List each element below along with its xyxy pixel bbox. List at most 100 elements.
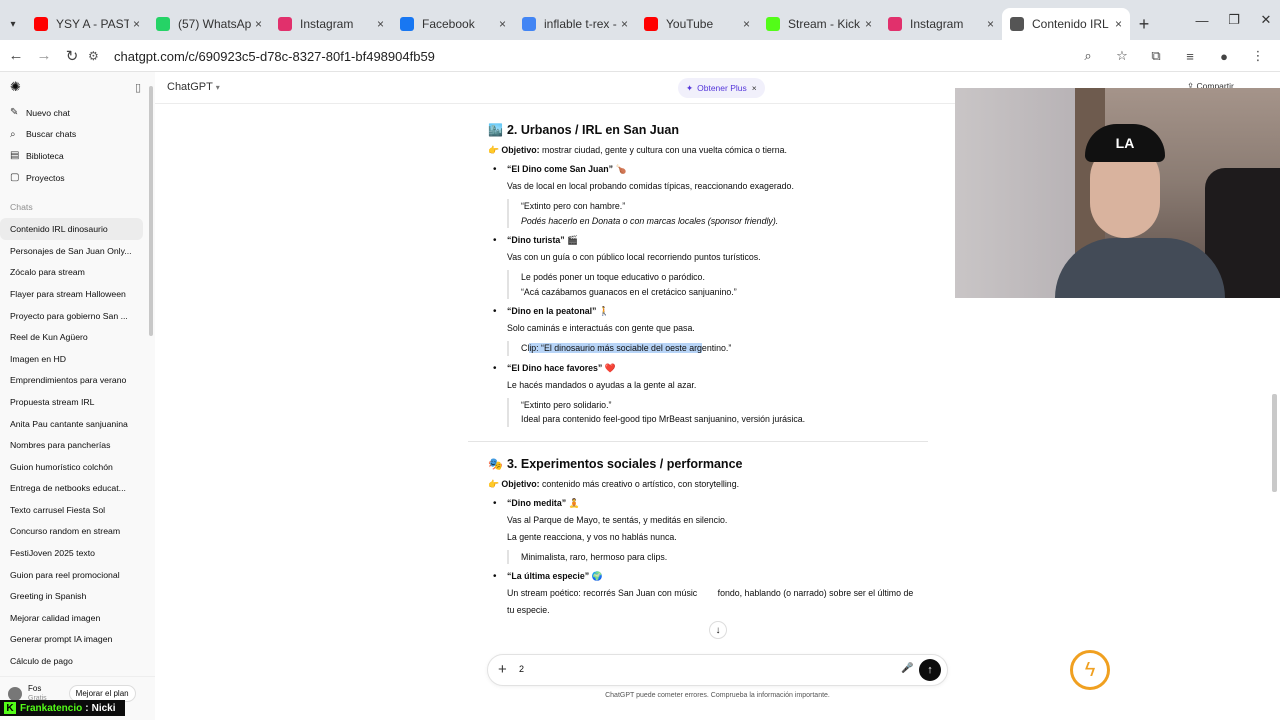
back-arrow-icon[interactable]: ← bbox=[4, 44, 28, 68]
forward-arrow-icon[interactable]: → bbox=[32, 44, 56, 68]
tab-search-chevron-icon[interactable]: ▾ bbox=[0, 8, 26, 40]
url-field[interactable]: ⚙ chatgpt.com/c/690923c5-d78c-8327-80f1-… bbox=[80, 44, 1170, 68]
chat-history-item[interactable]: Anita Pau cantante sanjuanina bbox=[0, 413, 143, 435]
address-bar: ← → ↻ ⚙ chatgpt.com/c/690923c5-d78c-8327… bbox=[0, 40, 1280, 72]
site-info-icon[interactable]: ⚙ bbox=[88, 49, 108, 63]
section-heading: 🏙️ 2. Urbanos / IRL en San Juan bbox=[488, 123, 679, 137]
chat-history-item[interactable]: FestiJoven 2025 texto bbox=[0, 542, 143, 564]
sidebar-item-0[interactable]: ✎ Nuevo chat bbox=[0, 102, 155, 124]
sidebar-item-1[interactable]: ⌕ Buscar chats bbox=[0, 124, 155, 146]
chat-history-item[interactable]: Entrega de netbooks educat... bbox=[0, 478, 143, 500]
bookmark-star-icon[interactable]: ☆ bbox=[1110, 44, 1134, 68]
list-item: “Dino turista” 🎬 Vas con un guía o con p… bbox=[488, 234, 948, 299]
list-item: “El Dino come San Juan” 🍗 Vas de local e… bbox=[488, 163, 948, 228]
chat-history-item[interactable]: Proyecto para gobierno San ... bbox=[0, 305, 143, 327]
media-controls-icon[interactable]: ≡ bbox=[1178, 44, 1202, 68]
message-composer[interactable]: + 2 🎤 ↑ bbox=[487, 654, 948, 686]
close-tab-icon[interactable]: × bbox=[743, 17, 750, 31]
pedestrian-emoji-icon: 🚶 bbox=[598, 306, 610, 316]
chat-history-item[interactable]: Propuesta stream IRL bbox=[0, 391, 143, 413]
sidebar-scrollbar[interactable] bbox=[149, 86, 153, 336]
selected-text[interactable]: Clip: “El dinosaurio más sociable del oe… bbox=[521, 341, 948, 356]
tab-5[interactable]: YouTube × bbox=[636, 8, 758, 40]
user-name: Fos bbox=[28, 684, 42, 693]
microphone-icon[interactable]: 🎤 bbox=[901, 663, 913, 674]
add-attachment-icon[interactable]: + bbox=[498, 661, 507, 678]
blockquote: Le podés poner un toque educativo o paró… bbox=[507, 270, 948, 299]
main-scrollbar[interactable] bbox=[1272, 394, 1277, 492]
sidebar-item-3[interactable]: ▢ Proyectos bbox=[0, 167, 155, 189]
sidebar-item-2[interactable]: ▤ Biblioteca bbox=[0, 145, 155, 167]
drumstick-emoji-icon: 🍗 bbox=[615, 164, 627, 174]
pointing-hand-icon: 👉 bbox=[488, 145, 499, 155]
tab-2[interactable]: Instagram × bbox=[270, 8, 392, 40]
close-plus-icon[interactable]: × bbox=[752, 83, 757, 93]
close-tab-icon[interactable]: × bbox=[987, 17, 994, 31]
assistant-message: 🏙️ 2. Urbanos / IRL en San Juan 👉 Objeti… bbox=[468, 122, 948, 617]
avatar bbox=[8, 686, 22, 701]
close-tab-icon[interactable]: × bbox=[255, 17, 262, 31]
close-tab-icon[interactable]: × bbox=[377, 17, 384, 31]
chats-section-label: Chats bbox=[10, 202, 33, 213]
close-tab-icon[interactable]: × bbox=[621, 17, 628, 31]
close-tab-icon[interactable]: × bbox=[499, 17, 506, 31]
tab-label: inflable t-rex - Buscar bbox=[544, 17, 617, 31]
tab-1[interactable]: (57) WhatsApp × bbox=[148, 8, 270, 40]
blockquote: Clip: “El dinosaurio más sociable del oe… bbox=[507, 341, 948, 356]
chat-history-item[interactable]: Guion humorístico colchón bbox=[0, 456, 143, 478]
chat-history-item[interactable]: Generar prompt IA imagen bbox=[0, 629, 143, 651]
chat-history-item[interactable]: Zócalo para stream bbox=[0, 262, 143, 284]
send-button[interactable]: ↑ bbox=[919, 659, 941, 681]
chat-history-item[interactable]: Emprendimientos para verano bbox=[0, 370, 143, 392]
sidebar-nav-icon: ▢ bbox=[10, 172, 20, 184]
close-tab-icon[interactable]: × bbox=[865, 17, 872, 31]
close-tab-icon[interactable]: × bbox=[133, 17, 140, 31]
model-selector[interactable]: ChatGPT ▾ bbox=[167, 81, 220, 93]
pointing-hand-icon: 👉 bbox=[488, 478, 499, 489]
chat-history-item[interactable]: Contenido IRL dinosaurio bbox=[0, 218, 143, 240]
kick-icon bbox=[766, 17, 780, 31]
chat-history-item[interactable]: Concurso random en stream bbox=[0, 521, 143, 543]
tab-4[interactable]: inflable t-rex - Buscar × bbox=[514, 8, 636, 40]
chat-history-item[interactable]: Texto carrusel Fiesta Sol bbox=[0, 499, 143, 521]
tab-label: (57) WhatsApp bbox=[178, 17, 251, 31]
disclaimer: ChatGPT puede cometer errores. Comprueba… bbox=[605, 692, 830, 699]
close-sidebar-icon[interactable]: ▯ bbox=[135, 81, 141, 94]
get-plus-button[interactable]: ✦ Obtener Plus × bbox=[678, 78, 765, 98]
chat-history-item[interactable]: Greeting in Spanish bbox=[0, 585, 143, 607]
prompt-input[interactable]: 2 bbox=[519, 664, 524, 674]
divider bbox=[468, 440, 928, 442]
tab-0[interactable]: YSY A - PASTEL C × bbox=[26, 8, 148, 40]
new-tab-button[interactable]: + bbox=[1130, 8, 1158, 40]
tab-7[interactable]: Instagram × bbox=[880, 8, 1002, 40]
objective-line: 👉 Objetivo: mostrar ciudad, gente y cult… bbox=[488, 145, 787, 155]
chat-history-item[interactable]: Guion para reel promocional bbox=[0, 564, 143, 586]
chat-history-item[interactable]: Flayer para stream Halloween bbox=[0, 283, 143, 305]
profile-avatar-icon[interactable]: ● bbox=[1212, 44, 1236, 68]
tab-6[interactable]: Stream - Kick Dashbo × bbox=[758, 8, 880, 40]
blockquote: “Extinto pero solidario.” Ideal para con… bbox=[507, 397, 948, 427]
instagram-icon bbox=[888, 17, 902, 31]
chat-history-item[interactable]: Mejorar calidad imagen bbox=[0, 607, 143, 629]
minimize-icon[interactable]: — bbox=[1186, 0, 1218, 40]
zoom-icon[interactable]: ⌕ bbox=[1076, 44, 1100, 68]
chat-history-item[interactable]: Nombres para pancherías bbox=[0, 434, 143, 456]
get-plus-label: Obtener Plus bbox=[697, 83, 747, 93]
close-window-icon[interactable]: ✕ bbox=[1250, 0, 1280, 40]
tab-8[interactable]: Contenido IRL dinosa × bbox=[1002, 8, 1130, 40]
openai-logo-icon[interactable]: ✺ bbox=[10, 79, 21, 95]
scroll-down-button[interactable]: ↓ bbox=[709, 621, 727, 639]
tab-label: Instagram bbox=[300, 17, 354, 31]
extensions-icon[interactable]: ⧉ bbox=[1144, 44, 1168, 68]
chat-history-item[interactable]: Cálculo de pago bbox=[0, 650, 143, 672]
kebab-menu-icon[interactable]: ⋮ bbox=[1246, 44, 1270, 68]
close-tab-icon[interactable]: × bbox=[1115, 17, 1122, 31]
chat-history-item[interactable]: Personajes de San Juan Only... bbox=[0, 240, 143, 262]
city-emoji-icon: 🏙️ bbox=[488, 123, 503, 137]
chat-history-item[interactable]: Reel de Kun Agüero bbox=[0, 326, 143, 348]
tab-3[interactable]: Facebook × bbox=[392, 8, 514, 40]
youtube-icon bbox=[34, 17, 48, 31]
chat-history-item[interactable]: Imagen en HD bbox=[0, 348, 143, 370]
google-icon bbox=[522, 17, 536, 31]
maximize-icon[interactable]: ❐ bbox=[1218, 0, 1250, 40]
